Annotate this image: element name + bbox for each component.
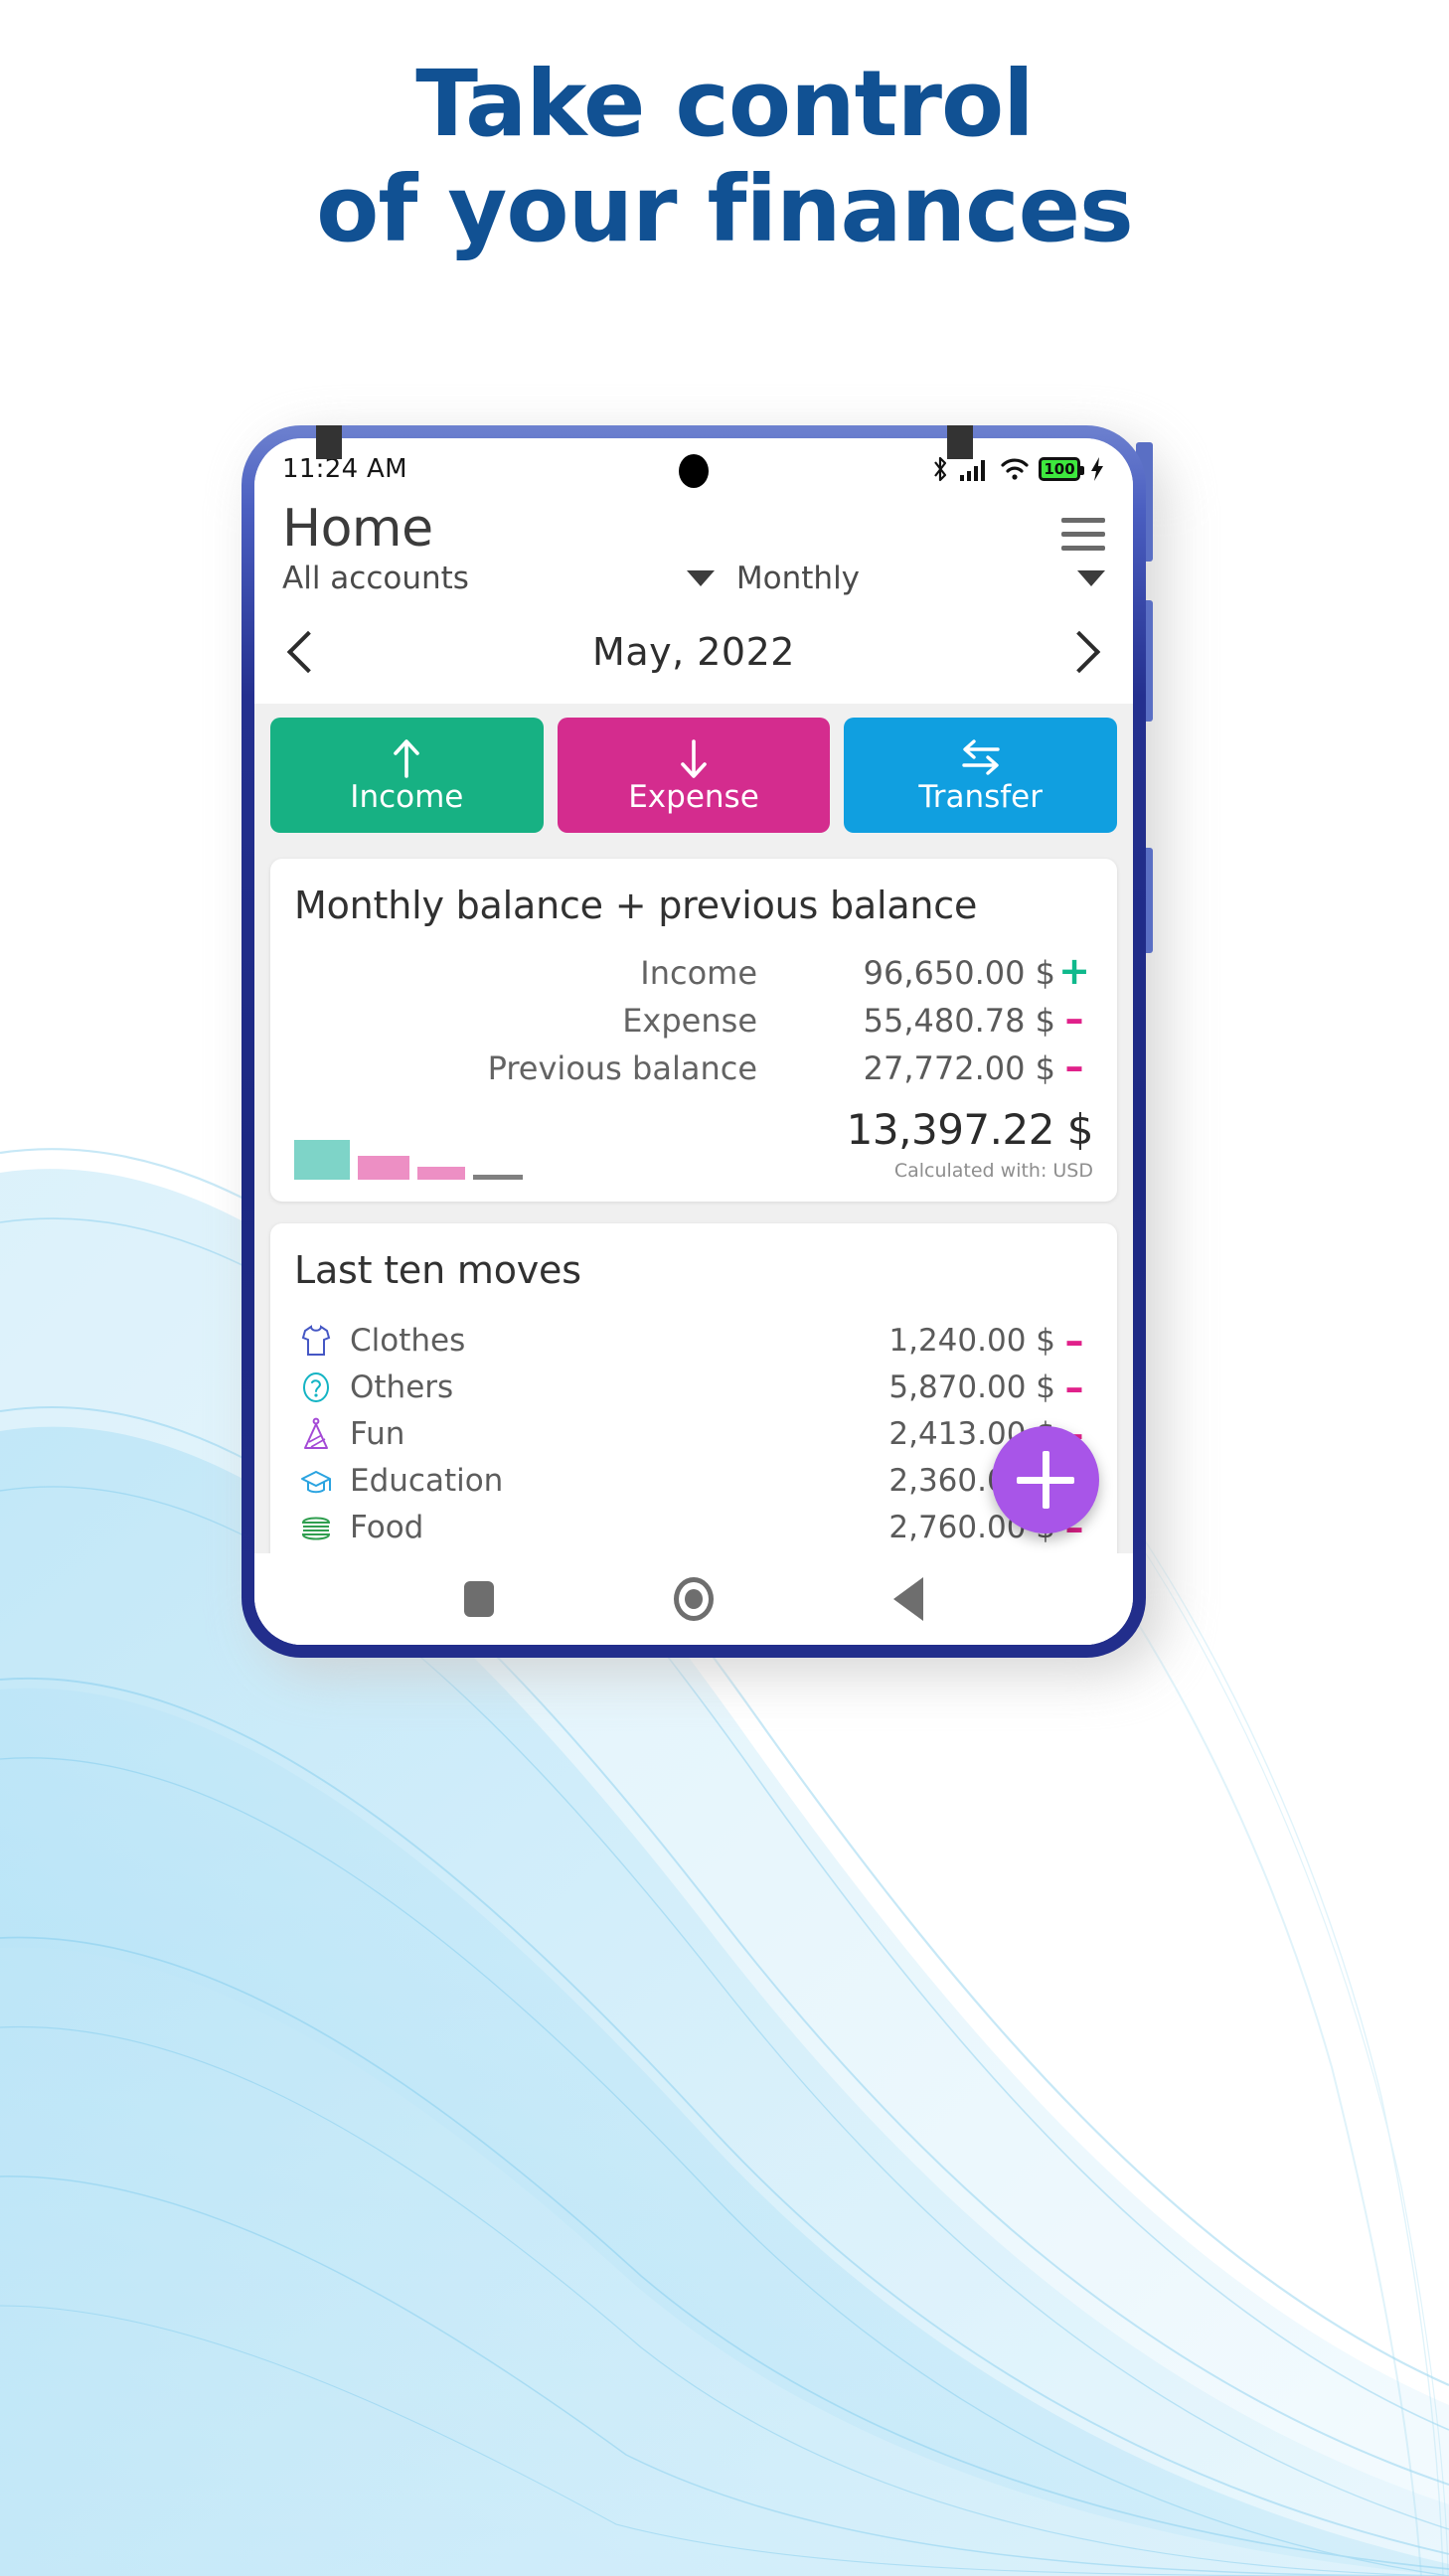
balance-row: Income 96,650.00 $ + <box>294 948 1093 993</box>
transfer-button-label: Transfer <box>918 779 1043 816</box>
antenna-band-left <box>316 425 342 459</box>
balance-row: Previous balance 27,772.00 $ – <box>294 1044 1093 1088</box>
mini-bar-previous-balance <box>417 1166 465 1180</box>
date-navigation: May, 2022 <box>254 609 1133 704</box>
promo-headline: Take control of your finances <box>0 58 1449 256</box>
app-header-filters-row: All accounts Monthly <box>282 561 1105 596</box>
hamburger-line <box>1061 546 1105 551</box>
app-header-top-row: Home <box>282 502 1105 557</box>
chevron-down-icon-period[interactable] <box>1077 569 1105 586</box>
account-filter-label[interactable]: All accounts <box>282 561 469 596</box>
balance-row-amount: 96,650.00 $ <box>863 953 1055 992</box>
burger-icon <box>294 1510 338 1545</box>
mini-bar-expense <box>358 1155 409 1180</box>
battery-icon: 100 <box>1039 457 1084 481</box>
transfer-button[interactable]: Transfer <box>844 717 1118 833</box>
monthly-balance-card: Monthly balance + previous balance Incom… <box>270 858 1117 1202</box>
balance-total: 13,397.22 $ Calculated with: USD <box>846 1104 1094 1182</box>
phone-screen: 11:24 AM 100 Home All accounts Monthly M… <box>254 438 1133 1645</box>
list-item[interactable]: Fun 2,413.00 $ – <box>294 1410 1093 1457</box>
status-bar-icons: 100 <box>930 455 1105 483</box>
party-hat-icon <box>294 1416 338 1452</box>
chevron-left-icon[interactable] <box>288 626 322 678</box>
status-bar: 11:24 AM 100 <box>254 438 1133 500</box>
balance-card-title: Monthly balance + previous balance <box>294 883 978 927</box>
list-item[interactable]: Food 2,760.00 $ – <box>294 1504 1093 1550</box>
charging-bolt-icon <box>1089 456 1105 482</box>
app-header: Home All accounts Monthly <box>254 500 1133 610</box>
income-button[interactable]: Income <box>270 717 544 833</box>
list-item[interactable]: Education 2,360.00 $ – <box>294 1457 1093 1504</box>
hamburger-line <box>1061 532 1105 537</box>
balance-mini-bar-chart <box>294 1128 523 1182</box>
headline-line-2: of your finances <box>316 155 1134 262</box>
period-filter-label[interactable]: Monthly <box>736 561 860 596</box>
arrow-down-icon <box>674 736 714 780</box>
balance-row: Expense 55,480.78 $ – <box>294 996 1093 1041</box>
cellular-signal-icon <box>959 456 991 482</box>
list-item-amount: 5,870.00 $ <box>888 1368 1055 1405</box>
antenna-band-right <box>947 425 973 459</box>
graduation-cap-icon <box>294 1463 338 1499</box>
balance-row-sign: + <box>1058 948 1090 993</box>
balance-row-label: Income <box>640 953 757 992</box>
list-item[interactable]: Clothes 1,240.00 $ – <box>294 1317 1093 1364</box>
promo-screenshot: Take control of your finances 11:24 AM 1… <box>0 0 1449 2576</box>
triangle-back-icon[interactable] <box>893 1577 924 1621</box>
moves-card-title: Last ten moves <box>294 1247 581 1292</box>
balance-rows: Income 96,650.00 $ + Expense 55,480.78 $… <box>294 948 1093 1088</box>
balance-currency-note: Calculated with: USD <box>893 1159 1093 1182</box>
list-item-category: Education <box>350 1462 504 1499</box>
balance-row-label: Previous balance <box>487 1048 757 1087</box>
swap-arrows-icon <box>958 736 1004 780</box>
expense-button-label: Expense <box>628 779 759 816</box>
android-navigation-bar <box>254 1553 1133 1645</box>
question-mark-icon <box>294 1369 338 1405</box>
list-item[interactable]: Others 5,870.00 $ – <box>294 1364 1093 1410</box>
quick-actions: Income Expense Transfer <box>254 704 1133 847</box>
list-item-amount: 1,240.00 $ <box>888 1322 1055 1359</box>
circle-home-icon[interactable] <box>673 1577 714 1621</box>
chevron-right-icon[interactable] <box>1065 626 1099 678</box>
income-button-label: Income <box>350 779 464 816</box>
phone-mockup: 11:24 AM 100 Home All accounts Monthly M… <box>242 425 1225 1688</box>
list-item-sign: – <box>1064 1318 1084 1363</box>
headline-line-1: Take control <box>415 51 1034 157</box>
list-item-category: Fun <box>350 1415 405 1452</box>
balance-total-row: 13,397.22 $ Calculated with: USD <box>294 1104 1094 1182</box>
front-camera-punch-hole <box>679 454 709 488</box>
phone-frame: 11:24 AM 100 Home All accounts Monthly M… <box>242 425 1146 1658</box>
balance-row-sign: – <box>1064 996 1084 1041</box>
tshirt-icon <box>294 1323 338 1359</box>
list-item-category: Clothes <box>350 1322 466 1359</box>
add-transaction-fab[interactable] <box>992 1426 1099 1533</box>
balance-total-amount: 13,397.22 $ <box>846 1104 1094 1154</box>
list-item-category: Food <box>350 1509 424 1545</box>
balance-row-label: Expense <box>622 1001 757 1040</box>
page-title: Home <box>282 499 433 559</box>
status-bar-time: 11:24 AM <box>282 454 407 484</box>
hamburger-line <box>1061 518 1105 523</box>
hamburger-menu-icon[interactable] <box>1061 518 1105 551</box>
balance-row-amount: 55,480.78 $ <box>863 1001 1055 1040</box>
arrow-up-icon <box>387 736 426 780</box>
mini-bar-balance <box>473 1174 523 1180</box>
list-item-category: Others <box>350 1368 454 1405</box>
battery-percent-label: 100 <box>1044 459 1075 478</box>
bluetooth-icon <box>930 455 950 483</box>
balance-row-amount: 27,772.00 $ <box>863 1048 1055 1087</box>
list-item-sign: – <box>1064 1365 1084 1409</box>
mini-bar-income <box>294 1139 350 1180</box>
square-recents-icon[interactable] <box>463 1581 494 1617</box>
current-period-label: May, 2022 <box>592 629 795 674</box>
chevron-down-icon-account[interactable] <box>686 569 715 586</box>
wifi-icon <box>1000 456 1030 482</box>
expense-button[interactable]: Expense <box>557 717 831 833</box>
balance-row-sign: – <box>1064 1044 1084 1088</box>
